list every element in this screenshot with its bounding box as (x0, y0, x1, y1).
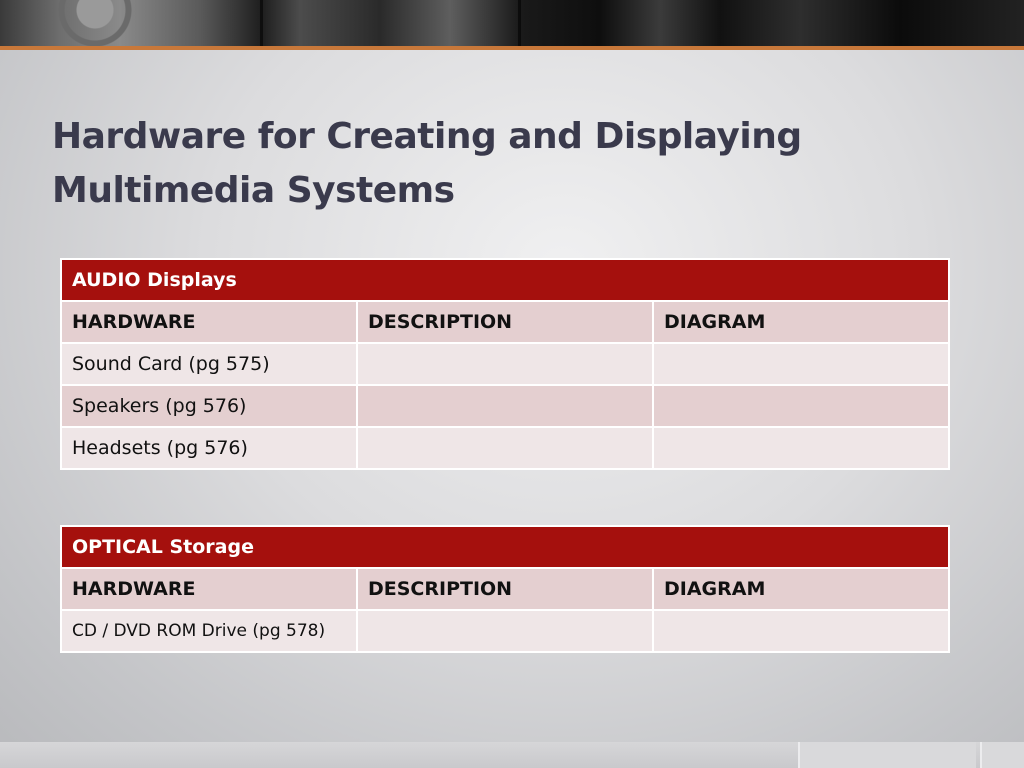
table-heading: AUDIO Displays (60, 258, 950, 302)
banner-divider (518, 0, 521, 46)
optical-storage-table: OPTICAL Storage HARDWARE DESCRIPTION DIA… (59, 525, 951, 653)
diagram-cell (652, 342, 950, 386)
column-header-row: HARDWARE DESCRIPTION DIAGRAM (60, 567, 951, 611)
column-header-diagram: DIAGRAM (651, 567, 951, 611)
column-header-description: DESCRIPTION (356, 567, 654, 611)
description-cell (356, 384, 654, 428)
hardware-cell: Speakers (pg 576) (60, 384, 358, 428)
slide-title: Hardware for Creating and Displaying Mul… (52, 110, 952, 218)
table-row: Speakers (pg 576) (60, 384, 950, 428)
hardware-cell: Sound Card (pg 575) (60, 342, 358, 386)
description-cell (356, 609, 654, 653)
column-header-row: HARDWARE DESCRIPTION DIAGRAM (60, 300, 950, 344)
description-cell (356, 426, 654, 470)
table-row: CD / DVD ROM Drive (pg 578) (60, 609, 951, 653)
table-heading: OPTICAL Storage (59, 525, 951, 569)
column-header-hardware: HARDWARE (60, 300, 358, 344)
hardware-cell: CD / DVD ROM Drive (pg 578) (60, 609, 358, 653)
diagram-cell (652, 426, 950, 470)
description-cell (356, 342, 654, 386)
column-header-diagram: DIAGRAM (652, 300, 950, 344)
audio-displays-table: AUDIO Displays HARDWARE DESCRIPTION DIAG… (60, 258, 950, 470)
diagram-cell (651, 609, 951, 653)
table-row: Headsets (pg 576) (60, 426, 950, 470)
slide-title-line-2: Multimedia Systems (52, 170, 455, 211)
banner-divider (260, 0, 263, 46)
hardware-cell: Headsets (pg 576) (60, 426, 358, 470)
column-header-hardware: HARDWARE (60, 567, 358, 611)
column-header-description: DESCRIPTION (356, 300, 654, 344)
footer-segment (798, 742, 976, 768)
slide-title-line-1: Hardware for Creating and Displaying (52, 116, 802, 157)
table-heading-row: OPTICAL Storage (59, 525, 951, 569)
diagram-cell (652, 384, 950, 428)
table-heading-row: AUDIO Displays (60, 258, 950, 302)
table-row: Sound Card (pg 575) (60, 342, 950, 386)
accent-line (0, 46, 1024, 50)
footer-segment (980, 742, 1024, 768)
header-banner-image (0, 0, 1024, 46)
